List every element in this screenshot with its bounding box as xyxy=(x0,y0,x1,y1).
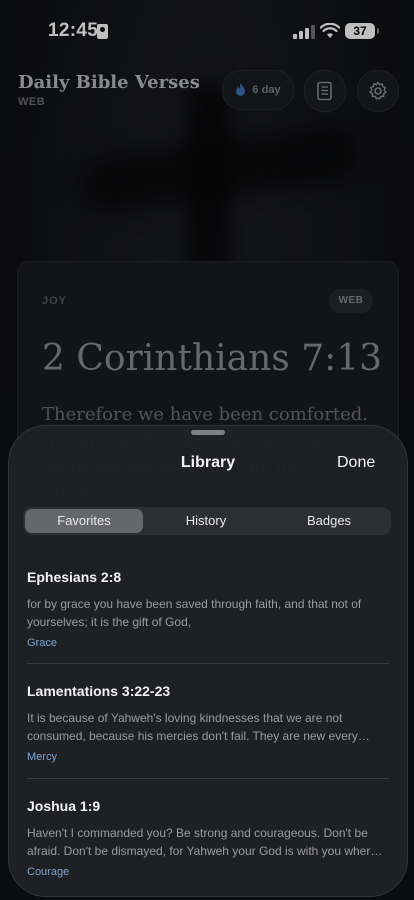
tab-favorites[interactable]: Favorites xyxy=(25,509,143,533)
tab-badges[interactable]: Badges xyxy=(269,509,389,533)
list-item[interactable]: Joshua 1:9 Haven't I commanded you? Be s… xyxy=(27,798,389,878)
favorite-reference: Joshua 1:9 xyxy=(27,798,101,814)
favorite-reference: Lamentations 3:22-23 xyxy=(27,683,171,699)
tab-history[interactable]: History xyxy=(147,509,265,533)
divider xyxy=(27,778,389,779)
list-item[interactable]: Ephesians 2:8 for by grace you have been… xyxy=(27,569,389,649)
divider xyxy=(27,663,389,664)
library-tabs: Favorites History Badges xyxy=(23,507,391,535)
favorite-tag: Grace xyxy=(27,637,57,649)
favorite-tag: Courage xyxy=(27,866,70,878)
sheet-grabber[interactable] xyxy=(191,430,225,435)
library-sheet: Library Done Favorites History Badges Ep… xyxy=(8,425,408,897)
favorite-reference: Ephesians 2:8 xyxy=(27,569,122,585)
list-item[interactable]: Lamentations 3:22-23 It is because of Ya… xyxy=(27,683,389,763)
done-button[interactable]: Done xyxy=(337,454,375,472)
favorite-text: It is because of Yahweh's loving kindnes… xyxy=(27,711,370,743)
favorite-tag: Mercy xyxy=(27,751,57,763)
favorite-text: for by grace you have been saved through… xyxy=(27,597,362,629)
favorite-text: Haven't I commanded you? Be strong and c… xyxy=(27,826,383,858)
